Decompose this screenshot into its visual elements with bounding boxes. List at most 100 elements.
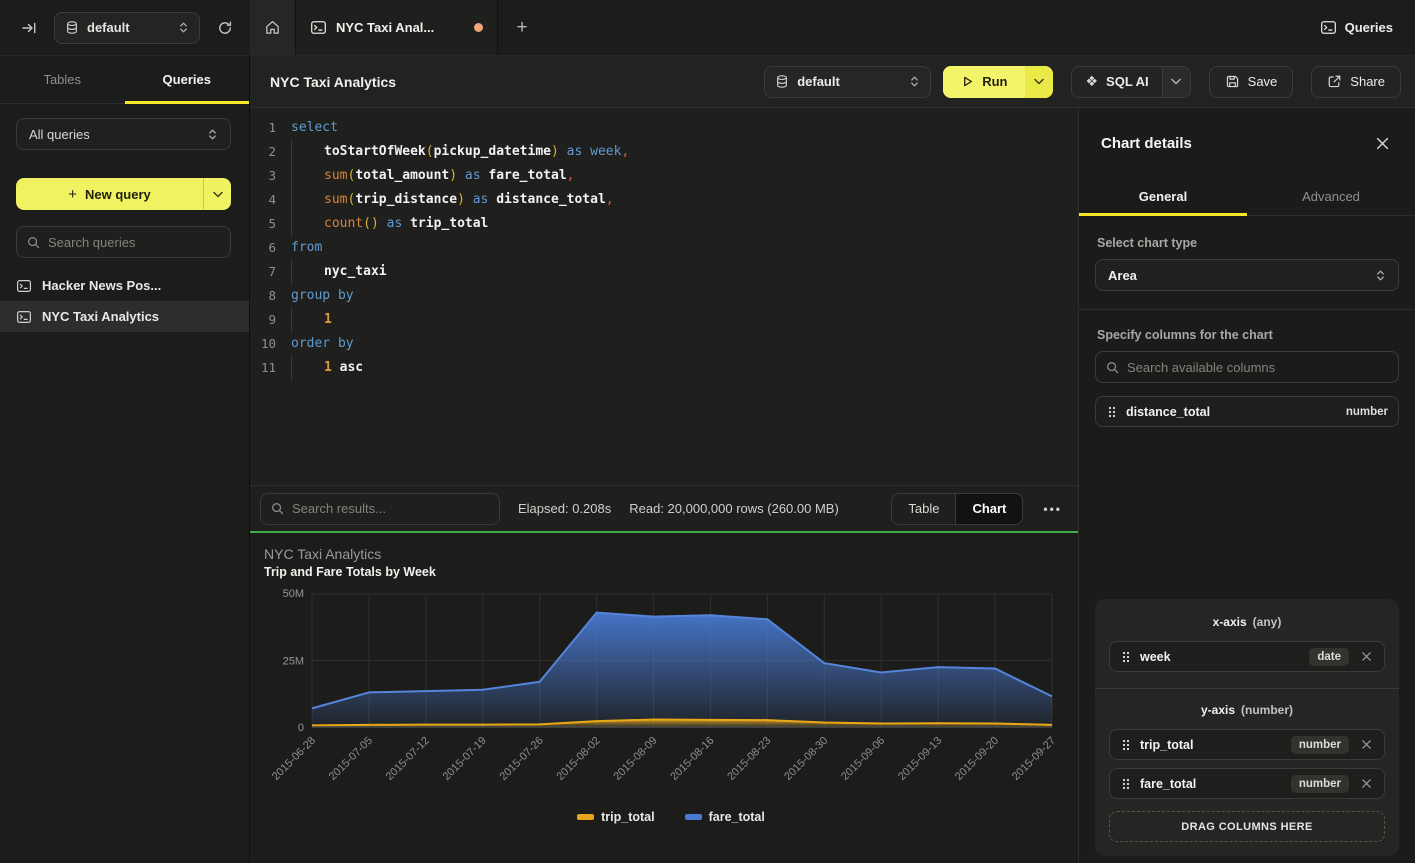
chevron-updown-icon <box>207 128 218 141</box>
view-toggle-table[interactable]: Table <box>892 494 955 524</box>
svg-text:2015-08-02: 2015-08-02 <box>554 735 602 783</box>
drag-handle-icon[interactable] <box>1122 739 1130 751</box>
main-area: NYC Taxi Analytics default Ru <box>250 56 1415 863</box>
results-search-input[interactable] <box>292 501 489 516</box>
tab-advanced[interactable]: Advanced <box>1247 178 1415 215</box>
legend-label: trip_total <box>601 810 654 824</box>
share-button[interactable]: Share <box>1311 66 1401 98</box>
code-token: , <box>621 140 629 164</box>
view-toggle: TableChart <box>891 493 1023 525</box>
editor-column: 1select2toStartOfWeek(pickup_datetime) a… <box>250 108 1078 863</box>
column-name: week <box>1140 650 1299 664</box>
elapsed-stat: Elapsed: 0.208s <box>518 501 611 516</box>
legend-item-trip_total[interactable]: trip_total <box>577 810 654 824</box>
x-axis-title: x-axis (any) <box>1109 615 1385 629</box>
code-token: from <box>291 236 322 260</box>
unsaved-changes-dot <box>474 23 483 32</box>
svg-text:2015-08-30: 2015-08-30 <box>782 735 830 783</box>
svg-text:2015-07-05: 2015-07-05 <box>327 735 375 783</box>
remove-column-icon[interactable] <box>1359 737 1374 752</box>
columns-search[interactable] <box>1095 351 1399 383</box>
run-button[interactable]: Run <box>943 66 1053 98</box>
run-label: Run <box>982 74 1007 89</box>
svg-text:2015-08-09: 2015-08-09 <box>611 735 659 783</box>
queries-link[interactable]: Queries <box>1345 20 1393 35</box>
code-line: 8group by <box>250 284 1078 308</box>
code-line: 91 <box>250 308 1078 332</box>
drag-handle-icon[interactable] <box>1122 778 1130 790</box>
sidebar-tab-queries[interactable]: Queries <box>125 56 250 103</box>
query-list-item[interactable]: Hacker News Pos... <box>0 270 249 301</box>
chart-legend: trip_total fare_total <box>264 810 1078 824</box>
chart-type-select[interactable]: Area <box>1095 259 1399 291</box>
remove-column-icon[interactable] <box>1359 649 1374 664</box>
query-filter-select[interactable]: All queries <box>16 118 231 150</box>
search-icon <box>271 502 284 515</box>
view-toggle-chart[interactable]: Chart <box>955 494 1022 524</box>
legend-item-fare_total[interactable]: fare_total <box>685 810 765 824</box>
chevron-updown-icon <box>178 21 189 34</box>
code-token: distance_total <box>496 188 606 212</box>
drag-columns-dropzone[interactable]: DRAG COLUMNS HERE <box>1109 811 1385 842</box>
refresh-icon[interactable] <box>210 13 240 43</box>
collapse-sidebar-icon[interactable] <box>14 13 44 43</box>
code-token: nyc_taxi <box>324 260 387 284</box>
column-type-badge: number <box>1346 406 1388 418</box>
query-search[interactable] <box>16 226 231 258</box>
tab-nyc-taxi-analytics[interactable]: NYC Taxi Anal... <box>296 0 498 55</box>
close-icon[interactable] <box>1372 133 1393 154</box>
query-tab-icon <box>310 19 327 36</box>
query-database-selector[interactable]: default <box>764 66 931 98</box>
results-search[interactable] <box>260 493 500 525</box>
database-icon <box>65 20 79 35</box>
new-query-button[interactable]: + New query <box>16 178 231 210</box>
columns-search-input[interactable] <box>1127 360 1388 375</box>
code-line: 10order by <box>250 332 1078 356</box>
tab-general[interactable]: General <box>1079 178 1247 215</box>
run-options-dropdown[interactable] <box>1025 66 1053 98</box>
search-icon <box>1106 361 1119 374</box>
query-list-item[interactable]: NYC Taxi Analytics <box>0 301 249 332</box>
new-tab-button[interactable]: + <box>498 0 546 55</box>
code-token: asc <box>332 356 363 380</box>
column-chip-trip_total[interactable]: trip_totalnumber <box>1109 729 1385 760</box>
sql-ai-button[interactable]: ❖ SQL AI <box>1071 66 1190 98</box>
code-token: 1 <box>324 308 332 332</box>
divider <box>1079 309 1415 310</box>
line-number: 11 <box>250 356 276 380</box>
code-token: sum <box>324 164 347 188</box>
chevron-updown-icon <box>1375 269 1386 282</box>
line-number: 4 <box>250 188 276 212</box>
code-token: , <box>567 164 575 188</box>
svg-text:2015-08-23: 2015-08-23 <box>725 735 773 783</box>
svg-text:2015-09-13: 2015-09-13 <box>896 735 944 783</box>
area-chart[interactable]: 025M50M2015-06-282015-07-052015-07-12201… <box>264 586 1078 808</box>
new-query-dropdown[interactable] <box>203 178 231 210</box>
remove-column-icon[interactable] <box>1359 776 1374 791</box>
sql-editor[interactable]: 1select2toStartOfWeek(pickup_datetime) a… <box>250 108 1078 485</box>
share-label: Share <box>1350 74 1385 89</box>
query-search-input[interactable] <box>48 235 224 250</box>
save-label: Save <box>1248 74 1278 89</box>
svg-text:2015-09-27: 2015-09-27 <box>1010 735 1058 783</box>
column-chip-distance_total[interactable]: distance_totalnumber <box>1095 396 1399 427</box>
home-tab[interactable] <box>250 0 296 55</box>
code-token: ) <box>457 188 465 212</box>
sql-ai-dropdown[interactable] <box>1162 67 1190 97</box>
code-token: ) <box>449 164 457 188</box>
code-token: trip_distance <box>355 188 457 212</box>
chart-type-label: Select chart type <box>1097 236 1399 250</box>
column-chip-fare_total[interactable]: fare_totalnumber <box>1109 768 1385 799</box>
code-token: sum <box>324 188 347 212</box>
sidebar-tab-tables[interactable]: Tables <box>0 56 125 103</box>
save-button[interactable]: Save <box>1209 66 1294 98</box>
database-selector[interactable]: default <box>54 12 200 44</box>
code-token: ( <box>347 164 355 188</box>
drag-handle-icon[interactable] <box>1108 406 1116 418</box>
more-options-icon[interactable]: ••• <box>1041 502 1064 516</box>
drag-handle-icon[interactable] <box>1122 651 1130 663</box>
line-number: 3 <box>250 164 276 188</box>
database-selector-value: default <box>87 20 170 35</box>
column-chip-week[interactable]: weekdate <box>1109 641 1385 672</box>
chart-details-header: Chart details <box>1079 108 1415 178</box>
